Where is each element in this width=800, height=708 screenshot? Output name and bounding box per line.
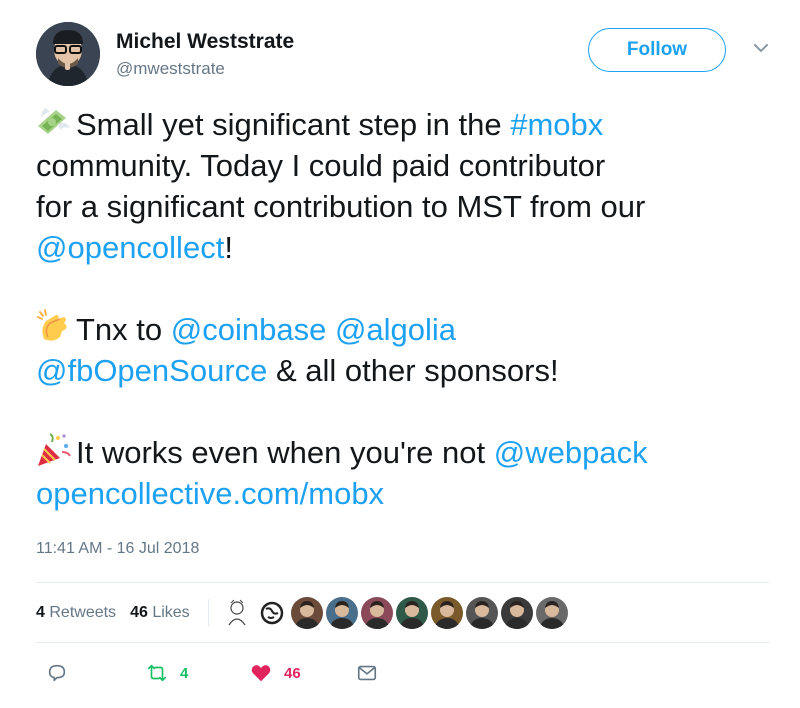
- mention-link[interactable]: @webpack: [494, 435, 648, 470]
- divider: [36, 582, 770, 583]
- liker-avatars: [220, 597, 568, 629]
- liker-avatar[interactable]: [395, 597, 428, 629]
- mention-link[interactable]: @fbOpenSource: [36, 353, 267, 388]
- likes-count: 46: [130, 604, 148, 621]
- liker-avatar[interactable]: [535, 597, 568, 629]
- likes-stat[interactable]: 46 Likes: [130, 604, 190, 622]
- chevron-down-icon[interactable]: [749, 36, 773, 60]
- author-handle[interactable]: @mweststrate: [116, 59, 225, 79]
- tweet-text-segment: & all other sponsors!: [267, 353, 559, 388]
- person-avatar: [430, 597, 463, 629]
- tweet-text-segment: community. Today I could paid contributo…: [36, 148, 606, 183]
- liker-avatar[interactable]: [290, 597, 323, 629]
- tweet-line: It works even when you're not @webpack: [36, 432, 776, 473]
- money-with-wings-icon: [38, 108, 70, 134]
- divider: [36, 642, 770, 643]
- liker-avatar[interactable]: [325, 597, 358, 629]
- person-avatar: [360, 597, 393, 629]
- person-avatar: [325, 597, 358, 629]
- follow-button[interactable]: Follow: [588, 28, 726, 72]
- person-avatar: [500, 597, 533, 629]
- retweet-icon: [147, 664, 167, 682]
- tweet-line: for a significant contribution to MST fr…: [36, 186, 776, 227]
- tweet-line: Small yet significant step in the #mobx: [36, 104, 776, 145]
- direct-message-button[interactable]: [356, 658, 378, 688]
- tweet-timestamp[interactable]: 11:41 AM - 16 Jul 2018: [36, 540, 199, 558]
- tweet-line: @opencollect!: [36, 227, 776, 268]
- person-avatar: [395, 597, 428, 629]
- author-name[interactable]: Michel Weststrate: [116, 30, 294, 54]
- sketch-avatar: [220, 597, 253, 629]
- liker-avatar[interactable]: [500, 597, 533, 629]
- tweet-line: Tnx to @coinbase @algolia: [36, 309, 776, 350]
- tweet-text: Small yet significant step in the #mobx …: [36, 104, 776, 514]
- liker-avatar[interactable]: [360, 597, 393, 629]
- tweet-line: @fbOpenSource & all other sponsors!: [36, 350, 776, 391]
- hashtag-link[interactable]: #mobx: [510, 107, 603, 142]
- url-link[interactable]: opencollective.com/mobx: [36, 476, 384, 511]
- author-avatar-image: [36, 22, 100, 86]
- retweets-stat[interactable]: 4 Retweets: [36, 604, 116, 622]
- liker-avatar[interactable]: [255, 597, 288, 629]
- person-avatar: [535, 597, 568, 629]
- globe-avatar: [255, 597, 288, 629]
- tweet-text-segment: Tnx to: [76, 312, 171, 347]
- mention-link[interactable]: @coinbase: [171, 312, 327, 347]
- liker-avatar[interactable]: [430, 597, 463, 629]
- tweet-line: opencollective.com/mobx: [36, 473, 776, 514]
- mention-link[interactable]: @algolia: [335, 312, 456, 347]
- tweet-actions: 4 46: [36, 658, 770, 688]
- party-popper-icon: [38, 433, 71, 466]
- tweet-text-segment: !: [224, 230, 233, 265]
- reply-button[interactable]: [46, 658, 68, 688]
- person-avatar: [465, 597, 498, 629]
- retweets-label: Retweets: [49, 604, 117, 621]
- tweet-stats: 4 Retweets 46 Likes: [36, 596, 770, 630]
- tweet-text-segment: for a significant contribution to MST fr…: [36, 189, 646, 224]
- likes-label: Likes: [152, 604, 190, 621]
- retweet-count: 4: [180, 664, 189, 682]
- person-avatar: [290, 597, 323, 629]
- envelope-icon: [357, 665, 377, 681]
- liker-avatar[interactable]: [220, 597, 253, 629]
- mention-link[interactable]: @opencollect: [36, 230, 224, 265]
- liker-avatar[interactable]: [465, 597, 498, 629]
- clapping-hands-icon: [37, 309, 67, 341]
- tweet-line: community. Today I could paid contributo…: [36, 145, 776, 186]
- like-button[interactable]: 46: [250, 658, 301, 688]
- reply-icon: [48, 664, 66, 682]
- tweet-text-segment: [326, 312, 335, 347]
- retweets-count: 4: [36, 604, 45, 621]
- retweet-button[interactable]: 4: [146, 658, 188, 688]
- tweet-text-segment: It works even when you're not: [76, 435, 494, 470]
- author-avatar[interactable]: [36, 22, 100, 86]
- tweet-header: Michel Weststrate @mweststrate Follow: [36, 22, 776, 92]
- heart-icon: [251, 665, 271, 682]
- like-count: 46: [284, 664, 301, 682]
- stats-separator: [207, 599, 209, 627]
- tweet-text-segment: Small yet significant step in the: [76, 107, 511, 142]
